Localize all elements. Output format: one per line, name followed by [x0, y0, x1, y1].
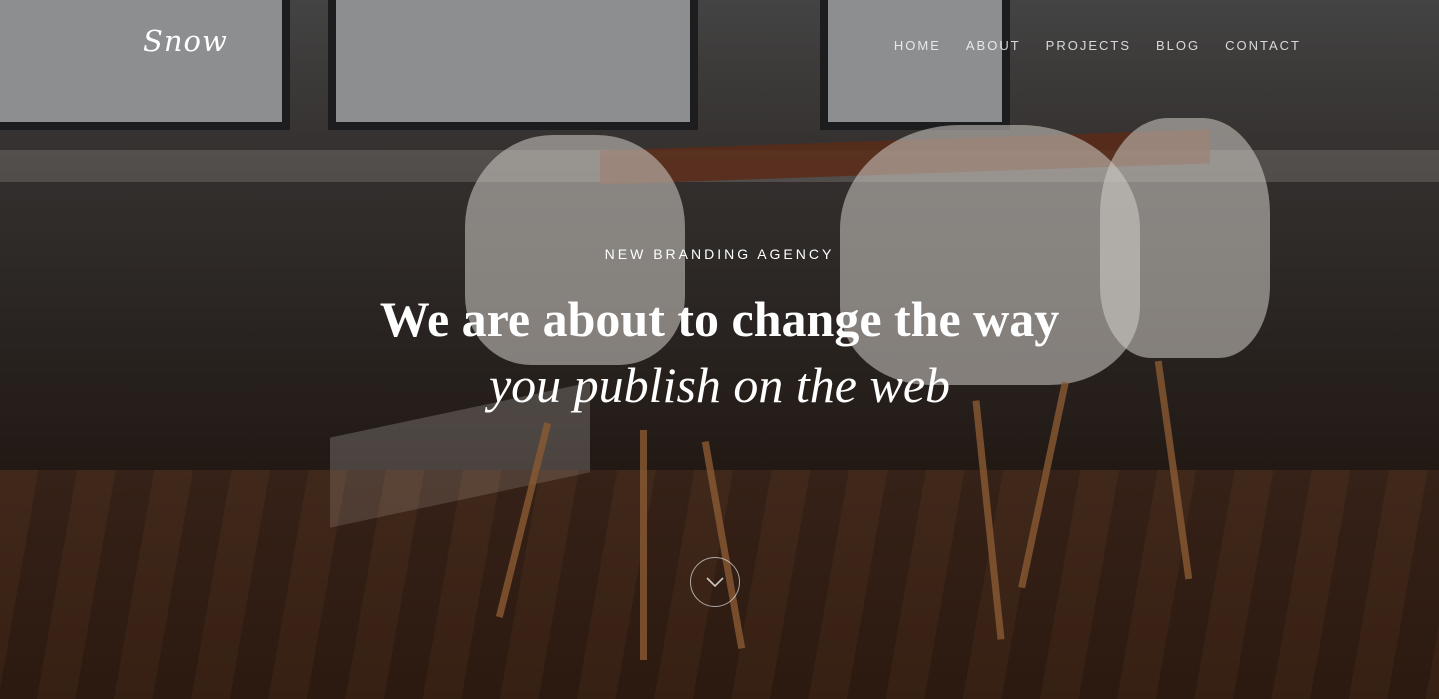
nav-item-home[interactable]: HOME	[894, 38, 941, 53]
hero-eyebrow: NEW BRANDING AGENCY	[604, 246, 835, 262]
scroll-down-button[interactable]	[690, 557, 740, 607]
nav-item-contact[interactable]: CONTACT	[1225, 38, 1301, 53]
chevron-down-icon	[706, 577, 724, 588]
nav-item-blog[interactable]: BLOG	[1156, 38, 1200, 53]
hero-subline: you publish on the web	[488, 356, 951, 413]
hero-content: NEW BRANDING AGENCY We are about to chan…	[0, 246, 1439, 415]
top-navigation: Snow HOME ABOUT PROJECTS BLOG CONTACT	[0, 0, 1439, 92]
chair-leg	[640, 430, 647, 660]
nav-item-about[interactable]: ABOUT	[966, 38, 1021, 53]
hero-headline: We are about to change the way	[379, 291, 1060, 347]
hero-section: Snow HOME ABOUT PROJECTS BLOG CONTACT NE…	[0, 0, 1439, 699]
main-menu: HOME ABOUT PROJECTS BLOG CONTACT	[894, 38, 1301, 53]
logo[interactable]: Snow	[143, 24, 228, 58]
nav-item-projects[interactable]: PROJECTS	[1046, 38, 1131, 53]
